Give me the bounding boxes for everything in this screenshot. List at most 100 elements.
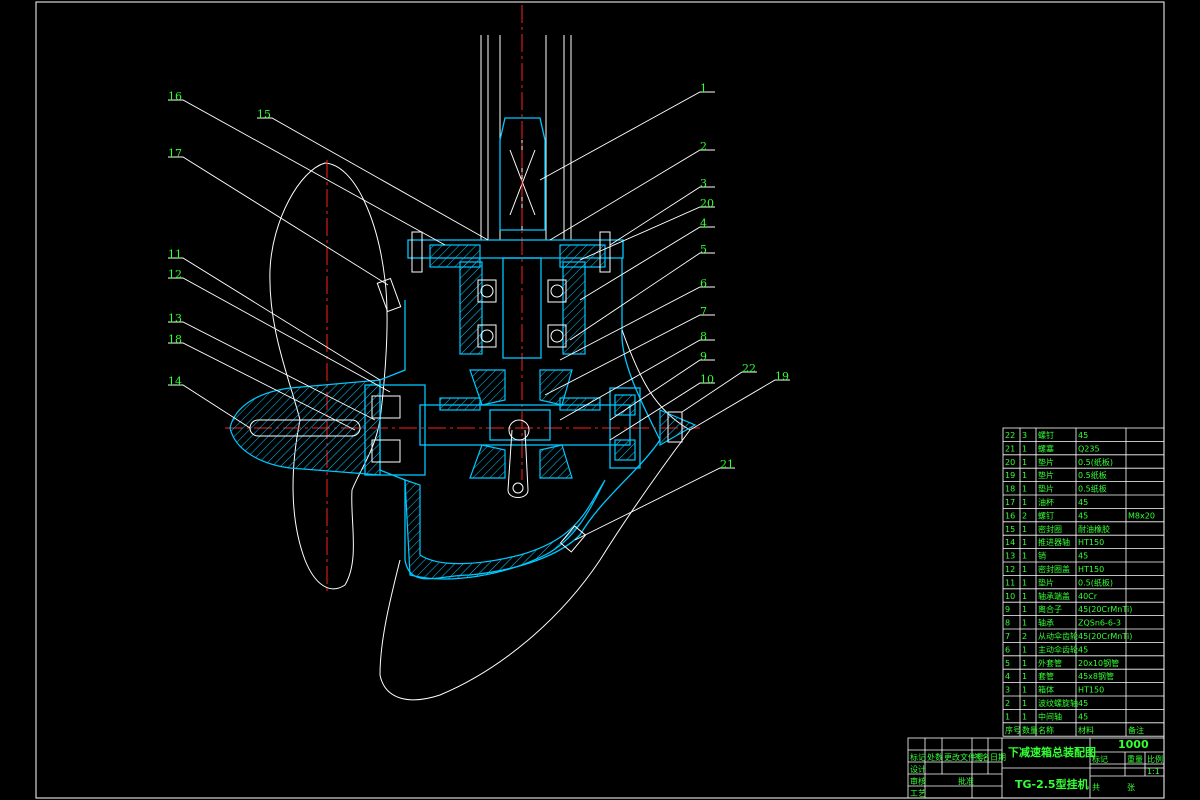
bom-cell-material: HT150 xyxy=(1078,686,1104,695)
callout-16: 16 xyxy=(168,90,182,103)
bom-cell-no: 6 xyxy=(1005,645,1010,654)
shaft-hatch-1 xyxy=(439,397,481,411)
bom-cell-name: 螺塞 xyxy=(1038,443,1054,453)
bom-cell-name: 油杯 xyxy=(1038,497,1054,507)
callout-17: 17 xyxy=(168,147,182,160)
bom-cell-no: 12 xyxy=(1005,565,1015,574)
bom-cell-material: HT150 xyxy=(1078,565,1104,574)
bom-cell-name: 密封圈 xyxy=(1038,524,1062,534)
bom-cell-material: 耐油橡胶 xyxy=(1078,524,1110,534)
bill-of-materials: 22 3 螺钉 4521 1 螺塞 Q23520 1 垫片 0.5(纸板)19 1 垫片 0.5纸板18… xyxy=(1002,427,1165,737)
tb-approve: 批准 xyxy=(958,776,974,786)
bom-cell-material: ZQSn6-6-3 xyxy=(1078,619,1121,628)
tb-label-weight: 重量 xyxy=(1127,754,1143,764)
bom-cell-qty: 1 xyxy=(1022,565,1027,574)
bom-cell-no: 9 xyxy=(1005,605,1010,614)
bom-cell-qty: 1 xyxy=(1022,659,1027,668)
bom-cell-no: 2 xyxy=(1005,699,1010,708)
tb-check: 审核 xyxy=(910,776,926,786)
tb-design: 设计 xyxy=(910,764,926,774)
tb-label-ratio: 比例 xyxy=(1147,754,1163,764)
bom-cell-qty: 1 xyxy=(1022,458,1027,467)
bom-cell-material: 45(20CrMnTi) xyxy=(1078,605,1132,614)
callout-1: 1 xyxy=(700,82,707,95)
bom-cell-qty: 1 xyxy=(1022,672,1027,681)
bom-cell-material: 45(20CrMnTi) xyxy=(1078,632,1132,641)
bom-cell-name: 轴承 xyxy=(1038,618,1054,628)
bom-cell-name: 中间轴 xyxy=(1038,711,1062,721)
tb-sheet: 共 xyxy=(1092,783,1100,792)
bom-cell-note: 备注 xyxy=(1128,725,1144,735)
bom-cell-note: M8x20 xyxy=(1128,511,1155,520)
bom-cell-material: 45 xyxy=(1078,431,1088,440)
bearing-housing-left xyxy=(459,261,483,355)
bom-cell-name: 名称 xyxy=(1038,725,1054,735)
bom-cell-qty: 1 xyxy=(1022,498,1027,507)
bom-cell-material: 45 xyxy=(1078,552,1088,561)
drawing-model: TG-2.5型挂机 xyxy=(1015,777,1089,791)
callout-12: 12 xyxy=(168,268,182,281)
bom-cell-qty: 2 xyxy=(1022,632,1027,641)
bom-cell-material: 45 xyxy=(1078,712,1088,721)
tb-count: 处数 xyxy=(927,752,943,762)
bom-cell-qty: 1 xyxy=(1022,645,1027,654)
callout-4: 4 xyxy=(700,217,707,230)
callout-9: 9 xyxy=(700,350,707,363)
bom-cell-no: 13 xyxy=(1005,552,1015,561)
bolt-left xyxy=(411,231,423,273)
bom-cell-no: 8 xyxy=(1005,619,1010,628)
ball-2 xyxy=(480,329,494,343)
bom-cell-qty: 1 xyxy=(1022,619,1027,628)
callout-15: 15 xyxy=(257,108,271,121)
bom-cell-qty: 数量 xyxy=(1022,725,1038,735)
callout-22: 22 xyxy=(742,362,756,375)
bom-cell-name: 销 xyxy=(1038,551,1046,561)
bom-cell-name: 垫片 xyxy=(1038,484,1054,494)
callout-5: 5 xyxy=(700,243,707,256)
bevel-gear-bot-l xyxy=(469,444,506,479)
propeller-hub xyxy=(229,379,381,476)
drawing-canvas: 1 2 3 20 4 5 6 7 8 9 10 22 19 21 16 15 1… xyxy=(35,1,1165,799)
callout-7: 7 xyxy=(700,305,707,318)
bom-cell-no: 7 xyxy=(1005,632,1010,641)
bom-cell-qty: 3 xyxy=(1022,431,1027,440)
bom-cell-qty: 1 xyxy=(1022,444,1027,453)
bom-cell-no: 15 xyxy=(1005,525,1015,534)
bom-cell-name: 垫片 xyxy=(1038,457,1054,467)
oil-cup xyxy=(376,277,402,313)
bom-cell-name: 波纹螺旋轴 xyxy=(1038,698,1078,708)
bom-cell-no: 4 xyxy=(1005,672,1010,681)
bom-cell-material: 45 xyxy=(1078,511,1088,520)
bom-cell-name: 垫片 xyxy=(1038,577,1054,587)
callout-19: 19 xyxy=(775,370,789,383)
skeg-hatch xyxy=(404,479,606,580)
callout-14: 14 xyxy=(168,375,182,388)
bom-cell-material: 0.5(纸板) xyxy=(1078,577,1113,587)
rear-cone xyxy=(659,409,697,447)
callout-6: 6 xyxy=(700,277,707,290)
bom-cell-name: 推进器轴 xyxy=(1038,537,1070,547)
bom-cell-material: Q235 xyxy=(1078,444,1100,453)
drawing-scale: 1000 xyxy=(1118,738,1149,751)
bom-cell-qty: 1 xyxy=(1022,485,1027,494)
callout-13: 13 xyxy=(168,312,182,325)
bom-cell-no: 1 xyxy=(1005,712,1010,721)
bom-cell-qty: 1 xyxy=(1022,525,1027,534)
bom-cell-qty: 1 xyxy=(1022,592,1027,601)
callout-10: 10 xyxy=(700,373,714,386)
gearbox-body xyxy=(379,258,661,580)
bom-cell-no: 20 xyxy=(1005,458,1015,467)
callout-21: 21 xyxy=(720,458,734,471)
callout-20: 20 xyxy=(700,197,714,210)
bom-cell-material: 20x10钢管 xyxy=(1078,658,1119,668)
bom-cell-name: 套管 xyxy=(1038,671,1054,681)
drawing-title: 下减速箱总装配图 xyxy=(1008,745,1096,759)
bom-cell-qty: 1 xyxy=(1022,538,1027,547)
tb-sign: 签名 xyxy=(974,752,990,762)
bom-cell-no: 16 xyxy=(1005,511,1015,520)
bom-cell-qty: 2 xyxy=(1022,511,1027,520)
ball-1 xyxy=(480,284,494,298)
bom-cell-name: 离合子 xyxy=(1038,604,1062,614)
bom-cell-qty: 1 xyxy=(1022,699,1027,708)
bom-cell-material: HT150 xyxy=(1078,538,1104,547)
